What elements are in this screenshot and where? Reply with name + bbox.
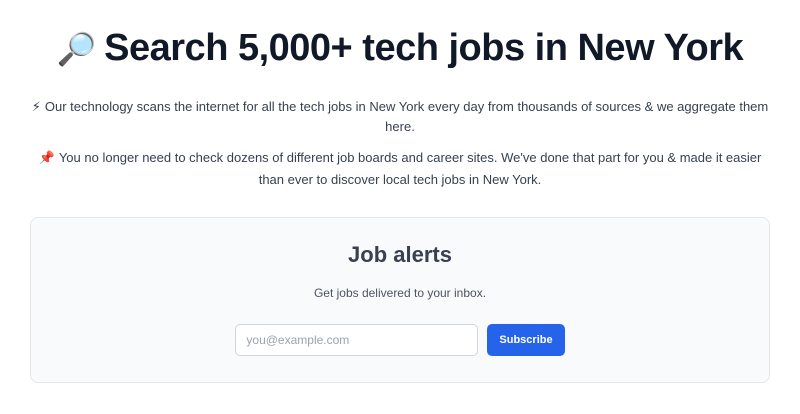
subscribe-button[interactable]: Subscribe xyxy=(487,324,565,356)
page-title: 🔎 Search 5,000+ tech jobs in New York xyxy=(0,22,800,75)
job-alerts-heading: Job alerts xyxy=(348,242,452,267)
subscribe-form: Subscribe xyxy=(31,324,769,356)
magnifier-icon: 🔎 xyxy=(56,31,97,67)
intro-paragraph-2-text: You no longer need to check dozens of di… xyxy=(58,150,762,187)
hero-section: 🔎 Search 5,000+ tech jobs in New York ⚡ Ou… xyxy=(0,0,800,191)
job-alerts-card: Job alerts Get jobs delivered to your in… xyxy=(30,217,770,383)
intro-paragraph-2: 📌 You no longer need to check dozens of d… xyxy=(30,147,770,191)
intro-paragraph-1-text: Our technology scans the internet for al… xyxy=(44,99,769,134)
job-alerts-subtitle: Get jobs delivered to your inbox. xyxy=(313,286,487,300)
intro-paragraph-1: ⚡ Our technology scans the internet for a… xyxy=(20,97,780,137)
lightning-icon: ⚡ xyxy=(31,99,41,114)
pushpin-icon: 📌 xyxy=(38,150,55,165)
page-title-text: Search 5,000+ tech jobs in New York xyxy=(104,27,744,69)
email-input[interactable] xyxy=(235,324,479,356)
